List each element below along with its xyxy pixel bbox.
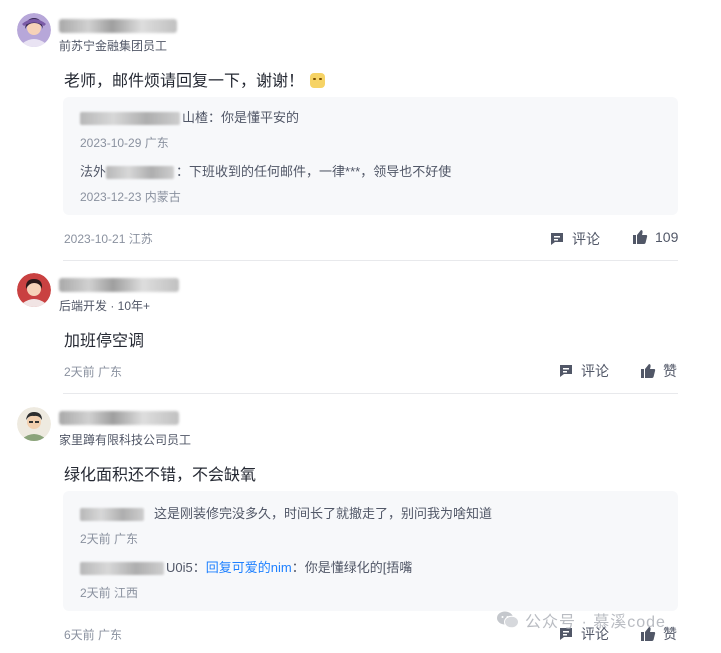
author-title: 前苏宁金融集团员工 — [59, 39, 168, 53]
comment-text: 老师，邮件烦请回复一下，谢谢！ — [64, 73, 305, 90]
reply-line: U0i5：回复可爱的nim：你是懂绿化的[捂嘴 — [80, 557, 412, 576]
comment-meta: 2023-10-21 江苏 — [64, 232, 153, 246]
comment-meta: 2天前 广东 — [64, 365, 123, 379]
reply-meta: 2天前 江西 — [80, 586, 139, 600]
reply-line: 这是刚装修完没多久，时间长了就撤走了，别问我为啥知道 — [80, 503, 492, 522]
reply-meta: 2023-10-29 广东 — [80, 136, 169, 150]
author-name-blurred[interactable] — [59, 278, 179, 292]
comment-button[interactable]: 评论 — [558, 361, 609, 381]
reply-author-blurred[interactable] — [80, 112, 180, 126]
author-title: 家里蹲有限科技公司员工 — [59, 433, 192, 447]
reply-text: 这是刚装修完没多久，时间长了就撤走了，别问我为啥知道 — [154, 506, 493, 521]
reply-line: 法外 ：下班收到的任何邮件，一律***，领导也不好使 — [80, 161, 451, 180]
reply-author-suffix[interactable]: 山楂 — [182, 110, 208, 125]
watermark-text: 公众号 · 慕溪code — [525, 614, 666, 631]
watermark: 公众号 · 慕溪code — [497, 608, 666, 632]
emoji-icon — [310, 73, 326, 88]
avatar[interactable] — [17, 273, 51, 307]
comment-button[interactable]: 评论 — [549, 229, 600, 249]
wechat-icon — [497, 611, 519, 629]
divider — [63, 393, 678, 394]
thumbs-up-icon — [641, 364, 656, 378]
author-name-blurred[interactable] — [59, 19, 177, 33]
comment-content: 绿化面积还不错，不会缺氧 — [64, 467, 257, 484]
avatar[interactable] — [17, 407, 51, 441]
thumbs-up-icon — [633, 230, 648, 244]
reply-meta: 2天前 广东 — [80, 532, 139, 546]
reply-meta: 2023-12-23 内蒙古 — [80, 190, 181, 204]
reply-line: 山楂：你是懂平安的 — [80, 107, 299, 126]
avatar[interactable] — [17, 13, 51, 47]
reply-to-link[interactable]: 回复可爱的nim — [206, 560, 292, 575]
reply-author-suffix[interactable]: U0i5 — [166, 560, 193, 575]
reply-list: 这是刚装修完没多久，时间长了就撤走了，别问我为啥知道 2天前 广东 U0i5：回… — [63, 491, 678, 611]
reply-author-blurred[interactable] — [106, 166, 175, 180]
reply-author-blurred[interactable] — [80, 562, 164, 576]
comment-button-label: 评论 — [581, 363, 609, 379]
comment-meta: 6天前 广东 — [64, 628, 123, 642]
reply-author-blurred[interactable] — [80, 508, 144, 522]
author-name-blurred[interactable] — [59, 411, 179, 425]
like-button[interactable]: 赞 — [640, 361, 677, 381]
like-button[interactable]: 109 — [632, 229, 678, 245]
like-label: 赞 — [663, 363, 677, 379]
comment-button-label: 评论 — [572, 231, 600, 247]
author-title: 后端开发 · 10年+ — [59, 299, 151, 313]
divider — [63, 260, 678, 261]
reply-author-prefix[interactable]: 法外 — [80, 164, 106, 179]
comment-icon — [560, 365, 572, 377]
reply-text: ：你是懂绿化的[捂嘴 — [291, 560, 413, 575]
reply-text: ：下班收到的任何邮件，一律***，领导也不好使 — [176, 164, 452, 179]
comment-content: 老师，邮件烦请回复一下，谢谢！ — [64, 67, 326, 91]
comment-content: 加班停空调 — [64, 333, 145, 350]
like-count: 109 — [655, 229, 679, 245]
reply-text: ：你是懂平安的 — [208, 110, 300, 125]
comment-icon — [551, 233, 563, 245]
reply-list: 山楂：你是懂平安的 2023-10-29 广东 法外 ：下班收到的任何邮件，一律*… — [63, 97, 678, 215]
